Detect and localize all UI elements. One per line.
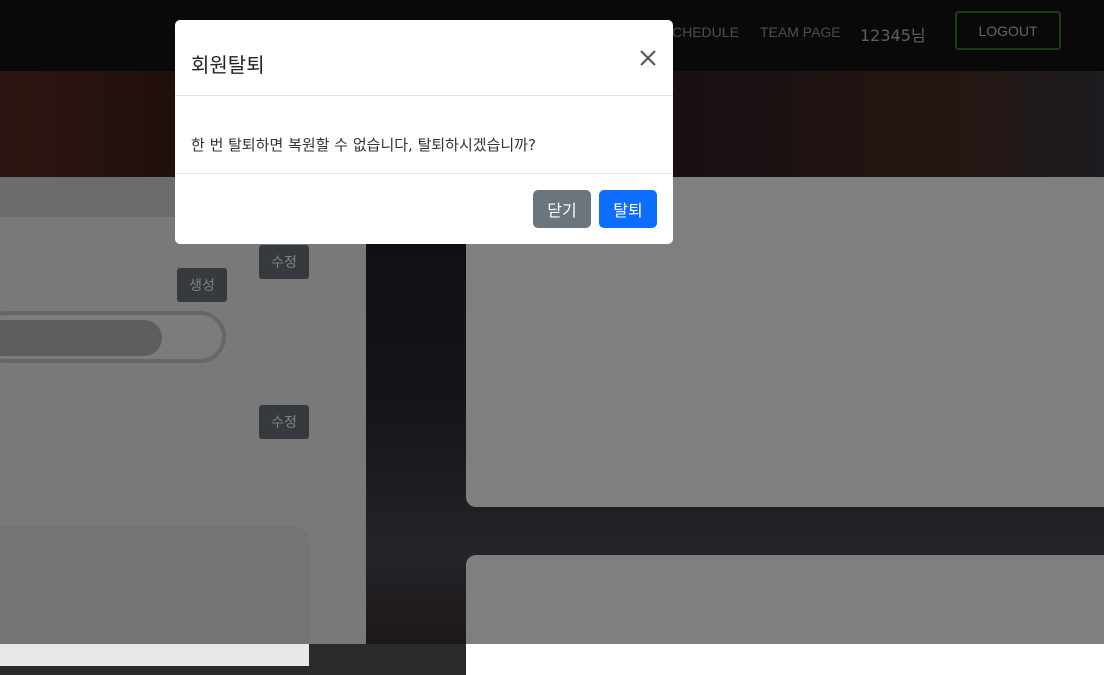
close-button[interactable]: 닫기 [533, 190, 591, 228]
modal-message: 한 번 탈퇴하면 복원할 수 없습니다, 탈퇴하시겠습니까? [191, 136, 536, 154]
modal-header: 회원탈퇴 [175, 20, 673, 96]
modal-body: 한 번 탈퇴하면 복원할 수 없습니다, 탈퇴하시겠습니까? [175, 96, 673, 174]
close-icon[interactable] [637, 47, 659, 69]
withdraw-modal: 회원탈퇴 한 번 탈퇴하면 복원할 수 없습니다, 탈퇴하시겠습니까? 닫기 탈… [175, 20, 673, 244]
modal-title: 회원탈퇴 [191, 53, 265, 77]
withdraw-button[interactable]: 탈퇴 [599, 190, 657, 228]
